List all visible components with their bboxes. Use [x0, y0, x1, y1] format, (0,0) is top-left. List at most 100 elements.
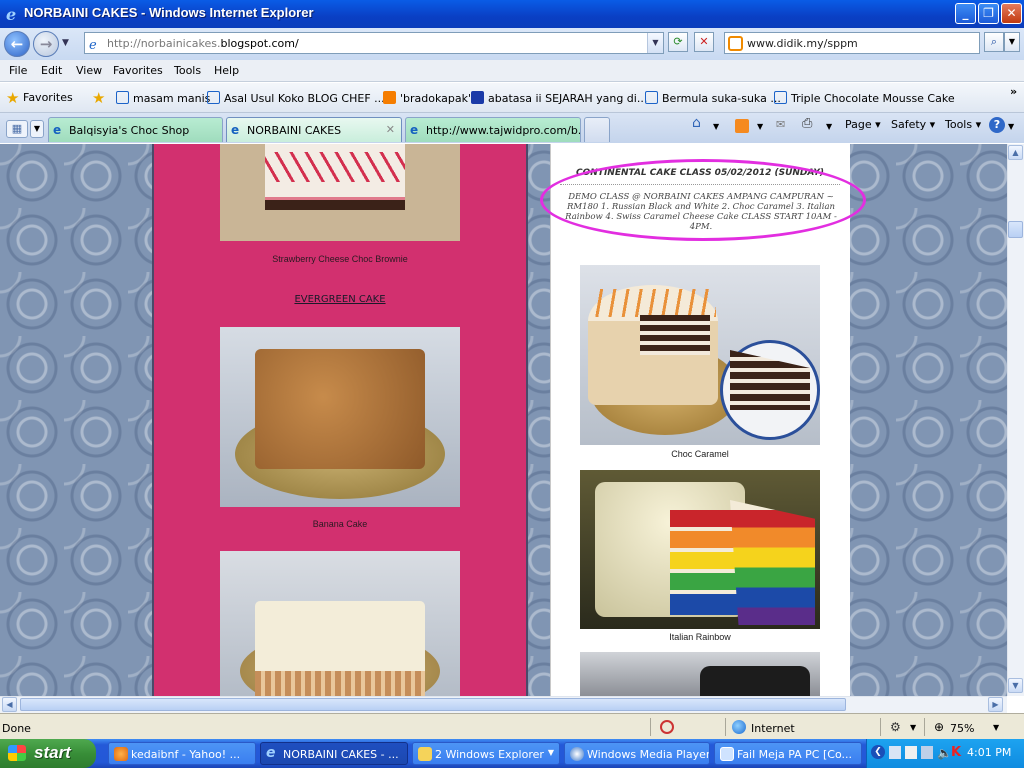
page-menu[interactable]: Page ▾: [845, 118, 881, 131]
taskbar-item-norbaini[interactable]: e NORBAINI CAKES - ...: [260, 742, 408, 765]
ie-page-icon: e: [410, 123, 419, 137]
zoom-icon[interactable]: ⊕: [934, 720, 944, 734]
read-mail-icon[interactable]: ✉: [776, 118, 785, 131]
protected-mode-dropdown-icon[interactable]: ▼: [910, 723, 916, 732]
maximize-button[interactable]: ❐: [978, 3, 999, 24]
rss-feed-icon[interactable]: [735, 119, 749, 133]
favorite-label: Asal Usul Koko BLOG CHEF ...: [224, 92, 385, 105]
history-dropdown-icon[interactable]: ▼: [62, 38, 69, 48]
network-icon[interactable]: [921, 746, 933, 759]
scroll-right-icon[interactable]: ▶: [988, 697, 1003, 712]
clock[interactable]: 4:01 PM: [967, 746, 1011, 759]
safety-menu[interactable]: Safety ▾: [891, 118, 935, 131]
scroll-left-icon[interactable]: ◀: [2, 697, 17, 712]
tools-menu-label: Tools: [945, 118, 973, 131]
favorite-item[interactable]: 'bradokapak': [383, 91, 471, 105]
print-dropdown-icon[interactable]: ▼: [826, 122, 832, 131]
title-bar: e NORBAINI CAKES - Windows Internet Expl…: [0, 0, 1024, 28]
tab-norbaini[interactable]: e NORBAINI CAKES ✕: [226, 117, 402, 142]
ie-page-icon: [645, 91, 658, 104]
menu-favorites[interactable]: Favorites: [113, 64, 163, 77]
search-icon[interactable]: ⌕: [984, 32, 1004, 52]
tray-app-icon[interactable]: [905, 746, 917, 759]
ie-page-icon: e: [231, 123, 240, 137]
status-separator: [924, 718, 925, 736]
favorite-item[interactable]: Asal Usul Koko BLOG CHEF ...: [207, 91, 385, 105]
address-bar[interactable]: e http://norbainicakes.blogspot.com/ ▼: [84, 32, 664, 54]
search-box[interactable]: www.didik.my/sppm: [724, 32, 980, 54]
document-icon: [720, 747, 734, 761]
menu-view[interactable]: View: [76, 64, 102, 77]
menu-help[interactable]: Help: [214, 64, 239, 77]
close-button[interactable]: ✕: [1001, 3, 1022, 24]
refresh-icon[interactable]: ⟳: [668, 32, 688, 52]
italian-rainbow-caption: Italian Rainbow: [669, 632, 731, 642]
search-text: www.didik.my/sppm: [747, 37, 858, 50]
favorite-label: Bermula suka-suka ...: [662, 92, 781, 105]
feed-dropdown-icon[interactable]: ▼: [757, 122, 763, 131]
horizontal-scrollbar[interactable]: ◀ ▶: [0, 696, 1007, 713]
status-text: Done: [2, 722, 31, 735]
horizontal-scroll-thumb[interactable]: [20, 698, 846, 711]
tab-list-icon[interactable]: ▼: [30, 120, 44, 138]
taskbar-item-media-player[interactable]: Windows Media Player: [564, 742, 710, 765]
help-dropdown-icon[interactable]: ▼: [1008, 122, 1014, 131]
stop-icon[interactable]: ✕: [694, 32, 714, 52]
favorite-item[interactable]: Triple Chocolate Mousse Cake: [774, 91, 955, 105]
tools-menu[interactable]: Tools ▾: [945, 118, 981, 131]
home-icon[interactable]: ⌂: [692, 115, 701, 131]
star-icon: ★: [6, 89, 20, 107]
start-button[interactable]: start: [0, 739, 96, 768]
evergreen-cake-link[interactable]: EVERGREEN CAKE: [152, 294, 528, 305]
home-dropdown-icon[interactable]: ▼: [713, 122, 719, 131]
scroll-down-icon[interactable]: ▼: [1008, 678, 1023, 693]
windows-flag-icon: [8, 745, 26, 761]
zone-text: Internet: [751, 722, 795, 735]
menu-tools[interactable]: Tools: [174, 64, 201, 77]
forward-button[interactable]: →: [33, 31, 59, 57]
popup-blocker-icon[interactable]: [660, 720, 674, 734]
minimize-button[interactable]: _: [955, 3, 976, 24]
ie-icon: e: [266, 745, 276, 761]
tray-expand-icon[interactable]: ❮: [871, 745, 885, 759]
choc-caramel-photo: [580, 265, 820, 445]
search-options-icon[interactable]: ▼: [1004, 32, 1020, 52]
taskbar-item-fail-meja[interactable]: Fail Meja PA PC [Co...: [714, 742, 862, 765]
tab-balqisyia[interactable]: e Balqisyia's Choc Shop: [48, 117, 223, 142]
close-tab-icon[interactable]: ✕: [386, 123, 395, 136]
menu-edit[interactable]: Edit: [41, 64, 62, 77]
taskbar-item-yahoo[interactable]: kedaibnf - Yahoo! ...: [108, 742, 256, 765]
ie-page-icon: e: [53, 123, 62, 137]
taskbar-item-label: NORBAINI CAKES - ...: [283, 748, 399, 761]
highlight-circle: [540, 159, 866, 241]
ie-page-icon: [207, 91, 220, 104]
protected-mode-icon[interactable]: ⚙: [890, 720, 901, 734]
antivirus-icon[interactable]: K: [951, 745, 961, 760]
help-icon[interactable]: ?: [989, 117, 1005, 133]
zoom-level[interactable]: 75%: [950, 722, 974, 735]
scroll-up-icon[interactable]: ▲: [1008, 145, 1023, 160]
favorite-label: Triple Chocolate Mousse Cake: [791, 92, 955, 105]
menu-file[interactable]: File: [9, 64, 27, 77]
new-tab-button[interactable]: [584, 117, 610, 142]
favorite-item[interactable]: masam manis: [116, 91, 210, 105]
add-favorite-icon[interactable]: ★: [92, 91, 109, 106]
tray-app-icon[interactable]: [889, 746, 901, 759]
favorites-button[interactable]: ★ Favorites: [6, 89, 73, 107]
volume-icon[interactable]: 🔈: [937, 746, 952, 760]
vertical-scrollbar[interactable]: ▲ ▼: [1007, 144, 1024, 696]
quick-tabs-icon[interactable]: ▦: [6, 120, 28, 138]
banana-cake-photo: [220, 327, 460, 507]
print-icon[interactable]: ⎙: [802, 116, 812, 131]
svg-text:e: e: [89, 38, 97, 51]
tab-tajwidpro[interactable]: e http://www.tajwidpro.com/b...: [405, 117, 581, 142]
taskbar-item-explorer[interactable]: 2 Windows Explorer ▼: [412, 742, 560, 765]
zoom-dropdown-icon[interactable]: ▼: [993, 723, 999, 732]
back-button[interactable]: ←: [4, 31, 30, 57]
favorites-more-icon[interactable]: »: [1010, 85, 1017, 98]
address-dropdown-icon[interactable]: ▼: [647, 33, 663, 53]
address-domain: blogspot.com/: [220, 37, 299, 50]
favorite-item[interactable]: Bermula suka-suka ...: [645, 91, 781, 105]
favorite-item[interactable]: abatasa ii SEJARAH yang di...: [471, 91, 647, 105]
vertical-scroll-thumb[interactable]: [1008, 221, 1023, 238]
